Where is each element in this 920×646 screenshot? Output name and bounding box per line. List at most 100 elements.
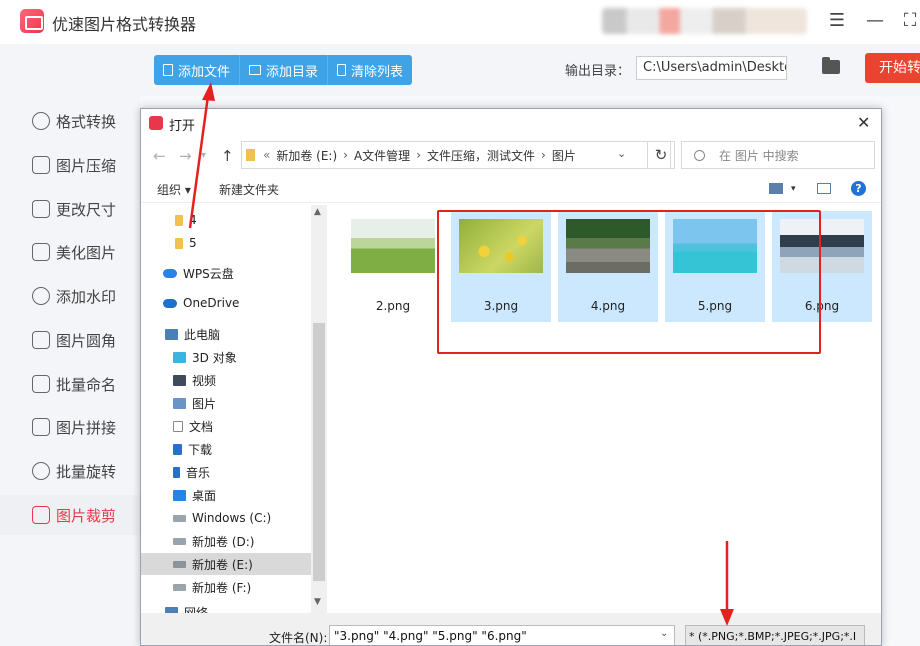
tree-item-label: WPS云盘 — [183, 266, 234, 281]
tree-item-this-pc[interactable]: 此电脑 — [141, 323, 311, 345]
round-corner-icon — [32, 331, 50, 349]
sidebar-item-rename[interactable]: 批量命名 — [0, 364, 140, 404]
search-input[interactable]: 在 图片 中搜索 — [681, 141, 875, 169]
sidebar-item-beautify[interactable]: 美化图片 — [0, 232, 140, 272]
trash-icon — [337, 64, 347, 76]
tree-item-videos[interactable]: 视频 — [141, 369, 311, 391]
help-icon[interactable]: ? — [851, 181, 866, 196]
watermark-icon — [32, 287, 50, 305]
organize-menu[interactable]: 组织 ▾ — [157, 181, 191, 198]
chevron-right-icon: › — [343, 148, 348, 162]
tree-item-label: 桌面 — [192, 488, 217, 503]
sidebar-item-stitch[interactable]: 图片拼接 — [0, 407, 140, 447]
chevron-down-icon[interactable]: ▾ — [791, 184, 796, 194]
minimize-icon[interactable]: — — [863, 10, 887, 32]
user-avatar-area[interactable] — [602, 8, 807, 34]
tree-item-documents[interactable]: 文档 — [141, 415, 311, 437]
cloud-icon — [163, 268, 177, 278]
file-icon — [163, 64, 173, 76]
sidebar-item-label: 格式转换 — [56, 112, 117, 131]
documents-icon — [173, 420, 183, 432]
tree-item-3d-objects[interactable]: 3D 对象 — [141, 346, 311, 368]
scroll-down-icon[interactable]: ▼ — [314, 597, 321, 607]
sidebar-item-label: 图片裁剪 — [56, 506, 117, 525]
tree-item-music[interactable]: 音乐 — [141, 461, 311, 483]
drive-icon — [173, 583, 186, 591]
browse-folder-icon[interactable] — [822, 57, 840, 74]
close-icon[interactable]: ✕ — [857, 113, 870, 132]
address-bar[interactable]: « 新加卷 (E:) › A文件管理 › 文件压缩，测试文件 › 图片 — [241, 141, 671, 169]
3d-icon — [173, 351, 186, 363]
tree-item-label: 4 — [189, 213, 197, 227]
drive-icon — [173, 537, 186, 545]
start-convert-button[interactable]: 开始转 — [865, 53, 920, 83]
file-item[interactable]: 2.png — [343, 211, 443, 322]
crop-icon — [32, 506, 50, 524]
folder-icon — [246, 149, 255, 161]
tree-item-label: 新加卷 (D:) — [192, 534, 255, 549]
breadcrumb-prefix: « — [263, 148, 271, 162]
breadcrumb-item[interactable]: 新加卷 (E:) — [276, 147, 337, 164]
sidebar-item-format-convert[interactable]: 格式转换 — [0, 101, 140, 141]
sidebar-item-round-corner[interactable]: 图片圆角 — [0, 320, 140, 360]
sidebar-item-rotate[interactable]: 批量旋转 — [0, 451, 140, 491]
menu-icon[interactable]: ☰ — [825, 10, 849, 32]
sidebar-item-resize[interactable]: 更改尺寸 — [0, 189, 140, 229]
clear-list-button[interactable]: 清除列表 — [328, 55, 412, 85]
desktop-icon — [173, 489, 186, 501]
title-bar: 优速图片格式转换器 ☰ — ⛶ — [0, 0, 920, 44]
scrollbar-thumb[interactable] — [313, 323, 325, 581]
image-thumbnail — [351, 219, 435, 273]
tree-item-drive-c[interactable]: Windows (C:) — [141, 507, 311, 529]
sidebar-item-label: 图片拼接 — [56, 418, 117, 437]
sidebar: 格式转换 图片压缩 更改尺寸 美化图片 添加水印 图片圆角 批量命名 图片拼接 … — [0, 44, 140, 646]
tree-item-drive-f[interactable]: 新加卷 (F:) — [141, 576, 311, 598]
sidebar-item-watermark[interactable]: 添加水印 — [0, 276, 140, 316]
maximize-icon[interactable]: ⛶ — [898, 10, 920, 32]
breadcrumb-item[interactable]: 图片 — [552, 147, 576, 164]
scroll-up-icon[interactable]: ▲ — [314, 207, 321, 217]
back-arrow-icon[interactable]: ← — [153, 147, 166, 165]
breadcrumb-item[interactable]: 文件压缩，测试文件 — [427, 147, 535, 164]
up-arrow-icon[interactable]: ↑ — [221, 147, 234, 165]
add-file-button[interactable]: 添加文件 — [154, 55, 241, 85]
chevron-down-icon[interactable]: ⌄ — [617, 147, 626, 160]
tree-item-drive-e[interactable]: 新加卷 (E:) — [141, 553, 311, 575]
beautify-icon — [32, 243, 50, 261]
file-name: 2.png — [375, 299, 411, 313]
tree-item-wps-cloud[interactable]: WPS云盘 — [141, 262, 311, 284]
add-directory-button[interactable]: 添加目录 — [240, 55, 329, 85]
tree-item-downloads[interactable]: 下载 — [141, 438, 311, 460]
app-title: 优速图片格式转换器 — [52, 15, 197, 34]
rename-icon — [32, 375, 50, 393]
drive-icon — [173, 560, 186, 568]
forward-arrow-icon[interactable]: → — [179, 147, 192, 165]
preview-pane-icon[interactable] — [817, 183, 831, 194]
tree-item-onedrive[interactable]: OneDrive — [141, 292, 311, 314]
breadcrumb-item[interactable]: A文件管理 — [354, 147, 410, 164]
sidebar-item-label: 美化图片 — [56, 243, 117, 262]
tree-scrollbar[interactable]: ▲ ▼ — [311, 205, 327, 613]
view-options-icon[interactable] — [769, 183, 783, 194]
tree-item-folder-4[interactable]: 4 — [141, 209, 311, 231]
output-path-field[interactable]: C:\Users\admin\Deskto — [636, 56, 787, 80]
compress-icon — [32, 156, 50, 174]
sidebar-item-compress[interactable]: 图片压缩 — [0, 145, 140, 185]
address-row: ← → ▾ ↑ « 新加卷 (E:) › A文件管理 › 文件压缩，测试文件 ›… — [141, 141, 881, 171]
filename-input[interactable]: "3.png" "4.png" "5.png" "6.png" — [329, 625, 675, 645]
tree-item-label: 音乐 — [186, 465, 211, 480]
file-type-select[interactable]: * (*.PNG;*.BMP;*.JPEG;*.JPG;*.I — [685, 625, 865, 645]
tree-item-folder-5[interactable]: 5 — [141, 232, 311, 254]
tree-item-desktop[interactable]: 桌面 — [141, 484, 311, 506]
recent-dropdown-icon[interactable]: ▾ — [201, 150, 206, 161]
tree-item-drive-d[interactable]: 新加卷 (D:) — [141, 530, 311, 552]
tree-item-pictures[interactable]: 图片 — [141, 392, 311, 414]
chevron-down-icon[interactable]: ⌄ — [660, 628, 668, 639]
command-bar: 组织 ▾ 新建文件夹 ▾ ? — [141, 175, 881, 203]
tree-item-network[interactable]: 网络 — [141, 601, 311, 613]
sidebar-item-crop[interactable]: 图片裁剪 — [0, 495, 140, 535]
computer-icon — [165, 328, 178, 340]
sidebar-item-label: 批量命名 — [56, 375, 117, 394]
refresh-icon[interactable]: ↻ — [647, 141, 675, 169]
new-folder-button[interactable]: 新建文件夹 — [219, 181, 279, 198]
